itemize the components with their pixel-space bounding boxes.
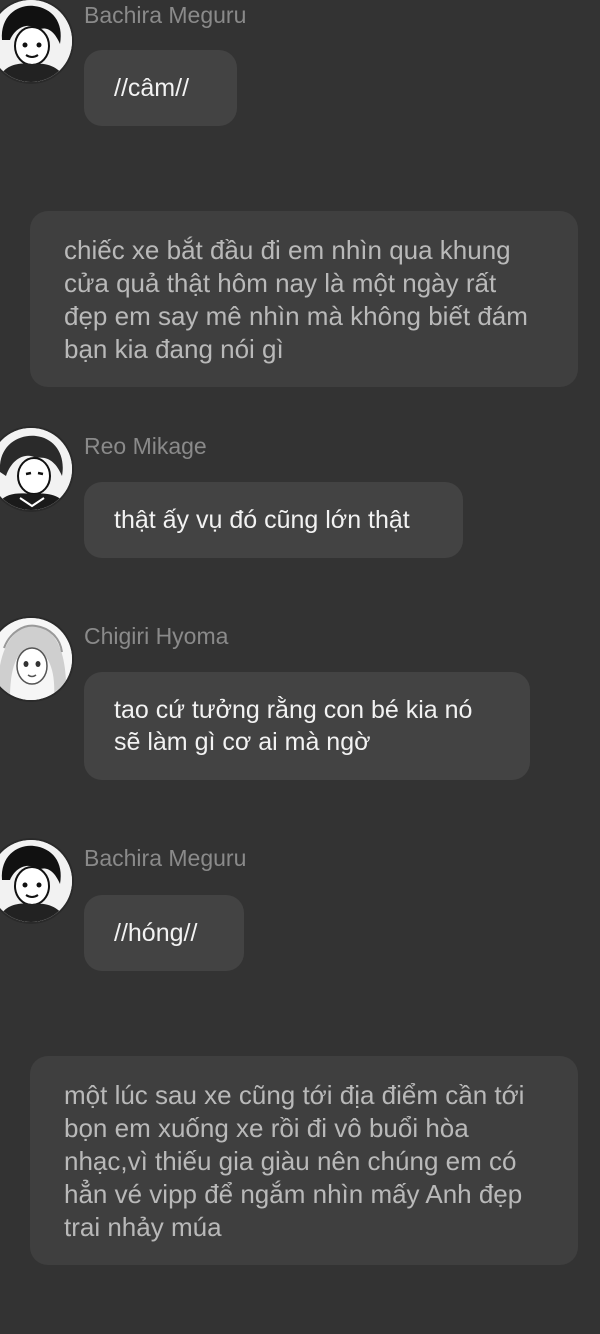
- chigiri-avatar-icon: [0, 618, 72, 700]
- sender-name-4: Bachira Meguru: [84, 845, 247, 871]
- chat-bubble-4[interactable]: //hóng//: [84, 895, 244, 971]
- narration-bubble-2[interactable]: một lúc sau xe cũng tới địa điểm cần tới…: [30, 1056, 578, 1265]
- bachira-avatar-icon: [0, 0, 72, 82]
- chat-bubble-2[interactable]: thật ấy vụ đó cũng lớn thật: [84, 482, 463, 558]
- avatar-reo[interactable]: [0, 428, 72, 510]
- narration-bubble-1[interactable]: chiếc xe bắt đầu đi em nhìn qua khung cử…: [30, 211, 578, 387]
- reo-avatar-icon: [0, 428, 72, 510]
- avatar-bachira-1[interactable]: [0, 0, 72, 82]
- avatar-bachira-2[interactable]: [0, 840, 72, 922]
- avatar-chigiri[interactable]: [0, 618, 72, 700]
- sender-name-1: Bachira Meguru: [84, 2, 247, 28]
- sender-name-3: Chigiri Hyoma: [84, 623, 229, 649]
- chat-bubble-3[interactable]: tao cứ tưởng rằng con bé kia nó sẽ làm g…: [84, 672, 530, 780]
- chat-bubble-1[interactable]: //câm//: [84, 50, 237, 126]
- bachira-avatar-icon: [0, 840, 72, 922]
- sender-name-2: Reo Mikage: [84, 433, 207, 459]
